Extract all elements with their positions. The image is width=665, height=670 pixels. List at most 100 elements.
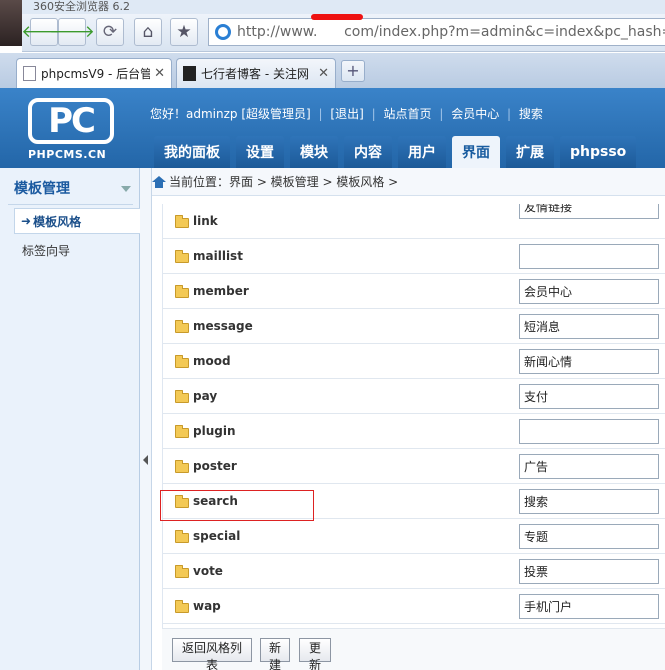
collapse-arrow-icon: [143, 455, 148, 465]
folder-icon: [175, 600, 189, 613]
alias-input[interactable]: [519, 204, 659, 219]
alias-input[interactable]: [519, 454, 659, 479]
folder-icon: [175, 320, 189, 333]
star-icon: ★: [176, 21, 192, 42]
header-top-links: 您好！adminzp [超级管理员] | [退出] | 站点首页 | 会员中心 …: [150, 107, 543, 121]
alias-input[interactable]: [519, 384, 659, 409]
folder-icon: [175, 425, 189, 438]
highlight-annotation-box: [160, 490, 314, 521]
alias-input[interactable]: [519, 314, 659, 339]
home-button[interactable]: ⌂: [134, 18, 162, 46]
alias-input[interactable]: [519, 349, 659, 374]
refresh-icon: ⟳: [102, 21, 118, 42]
folder-icon: [175, 250, 189, 263]
greeting-text: 您好！adminzp [超级管理员]: [150, 107, 311, 121]
site-home-link[interactable]: 站点首页: [383, 107, 431, 121]
new-tab-button[interactable]: +: [341, 60, 365, 82]
user-avatar[interactable]: [0, 0, 22, 46]
sidebar-item-template-style[interactable]: ➜ 模板风格: [14, 208, 140, 234]
blog-favicon-icon: [183, 66, 196, 81]
browser-app-title: 360安全浏览器 6.2: [33, 0, 130, 13]
nav-tab-settings[interactable]: 设置: [236, 136, 284, 168]
tab-label: 七行者博客 - 关注网: [201, 67, 309, 81]
folder-icon: [175, 355, 189, 368]
nav-tab-content[interactable]: 内容: [344, 136, 392, 168]
alias-input[interactable]: [519, 559, 659, 584]
close-icon[interactable]: ✕: [154, 66, 165, 81]
sidebar-divider: [8, 204, 133, 205]
address-bar[interactable]: [208, 18, 665, 46]
directory-name[interactable]: plugin: [193, 424, 236, 438]
back-to-style-list-button[interactable]: 返回风格列表: [172, 638, 252, 670]
chevron-down-icon[interactable]: [121, 186, 131, 192]
folder-icon: [175, 565, 189, 578]
folder-icon: [175, 390, 189, 403]
folder-icon: [175, 285, 189, 298]
nav-tab-modules[interactable]: 模块: [290, 136, 338, 168]
favorite-button[interactable]: ★: [170, 18, 198, 46]
refresh-button[interactable]: ⟳: [96, 18, 124, 46]
sidebar-item-label: 模板风格: [33, 214, 82, 229]
directory-name[interactable]: special: [193, 529, 240, 543]
home-icon: ⌂: [142, 21, 154, 42]
phpcms-logo[interactable]: PC: [28, 98, 114, 148]
directory-name[interactable]: mood: [193, 354, 231, 368]
nav-tab-users[interactable]: 用户: [398, 136, 446, 168]
table-row: vote: [163, 554, 665, 589]
directory-name[interactable]: message: [193, 319, 253, 333]
alias-input[interactable]: [519, 594, 659, 619]
alias-input[interactable]: [519, 279, 659, 304]
nav-tab-panel[interactable]: 我的面板: [154, 136, 230, 168]
folder-icon: [175, 215, 189, 228]
sidebar-title: 模板管理: [14, 181, 70, 197]
update-button[interactable]: 更新: [299, 638, 331, 670]
alias-input[interactable]: [519, 489, 659, 514]
address-input[interactable]: [237, 24, 665, 40]
browser-tab-blog[interactable]: 七行者博客 - 关注网 ✕: [176, 58, 336, 88]
table-row: wap: [163, 589, 665, 624]
logo-mark: PC: [28, 98, 114, 144]
left-sidebar: 模板管理 ➜ 模板风格 标签向导: [0, 168, 140, 670]
nav-tab-interface[interactable]: 界面: [452, 136, 500, 168]
alias-input[interactable]: [519, 524, 659, 549]
nav-tab-phpsso[interactable]: phpsso: [560, 136, 637, 168]
breadcrumb-text: 当前位置：界面 > 模板管理 > 模板风格 >: [169, 175, 399, 189]
nav-tab-extensions[interactable]: 扩展: [506, 136, 554, 168]
browser-logo-icon: [215, 24, 231, 40]
table-row: mood: [163, 344, 665, 379]
forward-button[interactable]: 🡒: [49, 18, 95, 46]
table-row: poster: [163, 449, 665, 484]
browser-tab-bar: phpcmsV9 - 后台管理 ✕ 七行者博客 - 关注网 ✕: [0, 53, 665, 89]
arrow-right-icon: ➜: [21, 214, 32, 228]
table-row: link: [163, 204, 665, 239]
directory-name[interactable]: vote: [193, 564, 223, 578]
directory-name[interactable]: poster: [193, 459, 237, 473]
new-button[interactable]: 新建: [260, 638, 290, 670]
table-row: member: [163, 274, 665, 309]
logout-link[interactable]: [退出]: [330, 107, 363, 121]
table-row: pay: [163, 379, 665, 414]
breadcrumb: 当前位置：界面 > 模板管理 > 模板风格 >: [152, 168, 665, 196]
member-center-link[interactable]: 会员中心: [451, 107, 499, 121]
logo-text: PHPCMS.CN: [28, 148, 107, 161]
forward-arrow-icon: 🡒: [49, 21, 95, 42]
sidebar-item-tag-wizard[interactable]: 标签向导: [22, 242, 70, 259]
action-bar: 返回风格列表 新建 更新: [162, 628, 665, 670]
alias-input[interactable]: [519, 419, 659, 444]
browser-tab-phpcms[interactable]: phpcmsV9 - 后台管理 ✕: [16, 58, 172, 88]
home-icon: [152, 175, 166, 188]
main-nav: 我的面板 设置 模块 内容 用户 界面 扩展 phpsso: [154, 136, 642, 168]
directory-name[interactable]: wap: [193, 599, 221, 613]
table-row: message: [163, 309, 665, 344]
directory-name[interactable]: link: [193, 214, 218, 228]
directory-name[interactable]: pay: [193, 389, 217, 403]
sidebar-collapse-handle[interactable]: [140, 168, 152, 670]
alias-input[interactable]: [519, 244, 659, 269]
search-link[interactable]: 搜索: [519, 107, 543, 121]
folder-icon: [175, 460, 189, 473]
tab-label: phpcmsV9 - 后台管理: [41, 67, 150, 81]
page-icon: [23, 66, 36, 81]
directory-name[interactable]: member: [193, 284, 249, 298]
close-icon[interactable]: ✕: [318, 66, 329, 81]
directory-name[interactable]: maillist: [193, 249, 243, 263]
